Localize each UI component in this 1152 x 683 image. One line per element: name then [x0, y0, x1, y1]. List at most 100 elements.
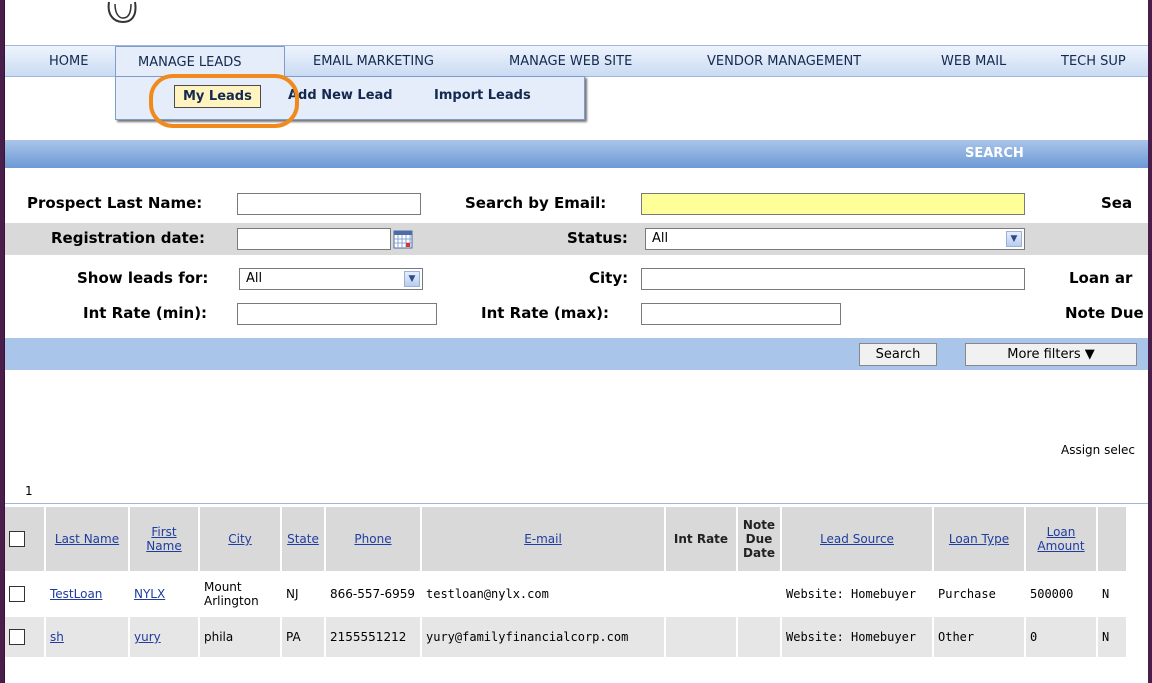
calendar-icon[interactable]	[393, 229, 413, 249]
note-due-cell	[737, 617, 782, 657]
city-label: City:	[589, 269, 629, 287]
divider	[5, 503, 1148, 504]
highlight-ring	[149, 74, 299, 128]
row-checkbox-cell	[5, 617, 46, 657]
state-cell: PA	[281, 617, 326, 657]
loan-type-cell: Purchase	[933, 571, 1026, 617]
status-select[interactable]: All ▼	[645, 228, 1025, 250]
int-rate-cell	[665, 617, 738, 657]
last-name-label: Prospect Last Name:	[27, 194, 203, 212]
col-loan-amount-link[interactable]: Loan Amount	[1037, 525, 1084, 553]
more-filters-button[interactable]: More filters ▼	[965, 343, 1137, 366]
row-checkbox[interactable]	[9, 586, 25, 602]
submenu-add-new-lead[interactable]: Add New Lead	[288, 88, 393, 103]
nav-vendor-management[interactable]: VENDOR MANAGEMENT	[707, 46, 861, 77]
extra-cell: N	[1097, 617, 1128, 657]
col-first-name-link[interactable]: First Name	[146, 525, 181, 553]
row-checkbox[interactable]	[9, 629, 25, 645]
chevron-down-icon: ▼	[1006, 231, 1022, 247]
email-input[interactable]	[641, 193, 1025, 215]
last-name-input[interactable]	[237, 193, 421, 215]
first-name-link[interactable]: yury	[134, 630, 161, 644]
city-cell: phila	[199, 617, 282, 657]
col-city-link[interactable]: City	[228, 532, 252, 546]
col-last-name-link[interactable]: Last Name	[55, 532, 119, 546]
nav-manage-web-site[interactable]: MANAGE WEB SITE	[509, 46, 632, 77]
assign-selected-text: Assign selec	[1061, 443, 1136, 457]
lead-source-cell: Website: Homebuyer	[781, 571, 934, 617]
filter-row-3: Show leads for: All ▼ City: Loan ar	[5, 263, 1148, 295]
note-due-label: Note Due	[1065, 304, 1144, 322]
filter-row-1: Prospect Last Name: Search by Email: Sea	[5, 188, 1148, 220]
col-lead-source-link[interactable]: Lead Source	[820, 532, 894, 546]
main-nav: HOME MANAGE LEADS EMAIL MARKETING MANAGE…	[5, 45, 1148, 78]
logo-icon	[107, 1, 137, 24]
lead-source-cell: Website: Homebuyer	[781, 617, 934, 657]
col-note-due-date: Note Due Date	[737, 507, 782, 571]
int-rate-min-label: Int Rate (min):	[83, 304, 208, 322]
registration-date-input[interactable]	[237, 228, 391, 250]
nav-web-mail[interactable]: WEB MAIL	[941, 46, 1006, 77]
col-state-link[interactable]: State	[287, 532, 319, 546]
show-leads-label: Show leads for:	[77, 269, 209, 287]
table-row: TestLoan NYLX Mount Arlington NJ 866-557…	[5, 571, 1128, 617]
nav-tech-support[interactable]: TECH SUP	[1061, 46, 1126, 77]
col-loan-amount[interactable]: Loan Amount	[1025, 507, 1098, 571]
first-name-link[interactable]: NYLX	[134, 587, 165, 601]
status-label: Status:	[567, 229, 628, 247]
search-section-header: SEARCH	[5, 140, 1148, 168]
col-phone[interactable]: Phone	[325, 507, 422, 571]
col-loan-type[interactable]: Loan Type	[933, 507, 1026, 571]
nav-email-marketing[interactable]: EMAIL MARKETING	[313, 46, 434, 77]
search-section-title: SEARCH	[965, 146, 1024, 161]
int-rate-max-input[interactable]	[641, 303, 841, 325]
col-extra	[1097, 507, 1128, 571]
select-all-checkbox[interactable]	[9, 531, 25, 547]
status-select-value: All	[652, 231, 669, 246]
email-cell: testloan@nylx.com	[421, 571, 666, 617]
search-by-label: Sea	[1101, 194, 1133, 212]
filter-row-4: Int Rate (min): Int Rate (max): Note Due	[5, 298, 1148, 330]
col-loan-type-link[interactable]: Loan Type	[949, 532, 1009, 546]
browser-page: HOME MANAGE LEADS EMAIL MARKETING MANAGE…	[4, 0, 1148, 683]
col-email[interactable]: E-mail	[421, 507, 666, 571]
col-last-name[interactable]: Last Name	[45, 507, 130, 571]
phone-cell: 2155551212	[325, 617, 422, 657]
chevron-down-icon: ▼	[404, 271, 420, 287]
col-int-rate: Int Rate	[665, 507, 738, 571]
show-leads-select[interactable]: All ▼	[239, 268, 423, 290]
last-name-link[interactable]: sh	[50, 630, 64, 644]
table-header-row: Last Name First Name City State Phone E-…	[5, 507, 1128, 571]
col-state[interactable]: State	[281, 507, 326, 571]
extra-cell: N	[1097, 571, 1128, 617]
nav-home[interactable]: HOME	[49, 46, 88, 77]
loan-amount-cell: 0	[1025, 617, 1098, 657]
select-all-cell	[5, 507, 46, 571]
int-rate-min-input[interactable]	[237, 303, 437, 325]
loan-amount-cell: 500000	[1025, 571, 1098, 617]
city-cell: Mount Arlington	[199, 571, 282, 617]
last-name-link[interactable]: TestLoan	[50, 587, 102, 601]
col-lead-source[interactable]: Lead Source	[781, 507, 934, 571]
leads-table: Last Name First Name City State Phone E-…	[5, 507, 1128, 657]
int-rate-max-label: Int Rate (max):	[481, 304, 610, 322]
search-actions-bar: Search More filters ▼	[5, 338, 1148, 370]
phone-cell: 866-557-6959	[325, 571, 422, 617]
email-cell: yury@familyfinancialcorp.com	[421, 617, 666, 657]
search-button[interactable]: Search	[859, 343, 937, 366]
col-city[interactable]: City	[199, 507, 282, 571]
col-phone-link[interactable]: Phone	[354, 532, 391, 546]
int-rate-cell	[665, 571, 738, 617]
note-due-cell	[737, 571, 782, 617]
email-label: Search by Email:	[465, 194, 607, 212]
submenu-import-leads[interactable]: Import Leads	[434, 88, 531, 103]
loan-type-cell: Other	[933, 617, 1026, 657]
city-input[interactable]	[641, 268, 1025, 290]
filter-row-2: Registration date: Status: All ▼	[5, 223, 1148, 255]
state-cell: NJ	[281, 571, 326, 617]
pagination-page[interactable]: 1	[25, 484, 33, 498]
row-checkbox-cell	[5, 571, 46, 617]
col-email-link[interactable]: E-mail	[524, 532, 562, 546]
col-first-name[interactable]: First Name	[129, 507, 200, 571]
registration-date-label: Registration date:	[51, 229, 205, 247]
